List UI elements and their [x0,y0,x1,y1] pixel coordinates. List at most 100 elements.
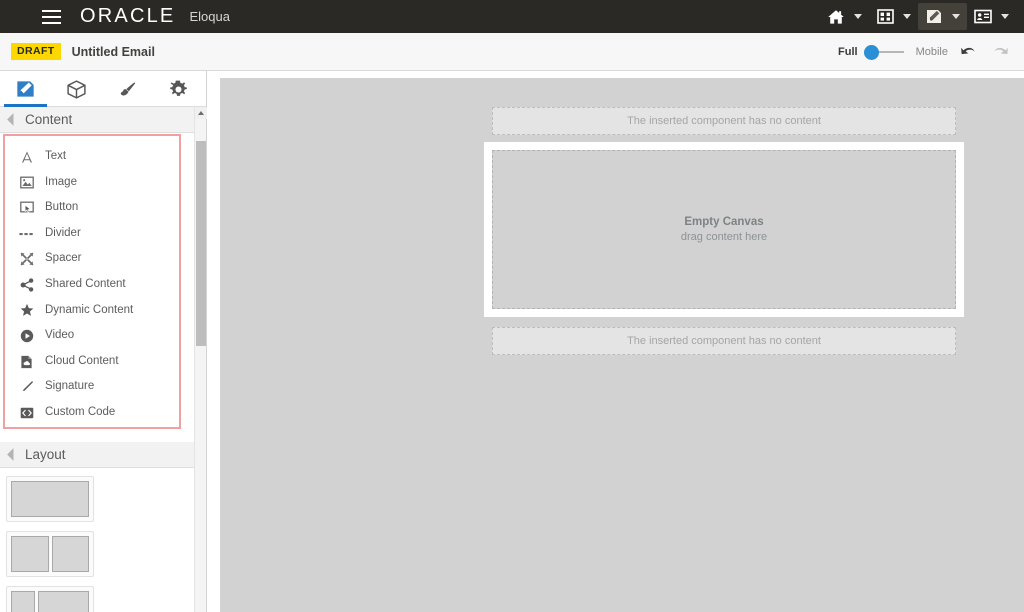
scrollbar-thumb[interactable] [196,141,206,346]
tab-components[interactable] [51,71,102,107]
layout-thumbnail-grid [0,468,194,612]
layout-section-header[interactable]: Layout [0,442,194,468]
tab-style[interactable] [102,71,153,107]
content-section-title: Content [25,112,73,127]
sidebar-scrollbar[interactable] [194,107,207,612]
home-icon [825,7,847,27]
empty-canvas-title: Empty Canvas [684,216,764,228]
content-item-label: Spacer [45,252,82,265]
content-item-video[interactable]: Video [5,323,179,349]
spacer-arrows-icon [17,251,36,267]
content-item-label: Divider [45,226,81,239]
content-item-label: Image [45,175,77,188]
home-menu-button[interactable] [820,3,869,30]
content-item-label: Cloud Content [45,354,119,367]
product-name: Eloqua [189,9,230,24]
collapse-triangle-icon [7,113,20,126]
canvas-drop-block[interactable]: Empty Canvas drag content here [484,142,964,317]
contacts-menu-button[interactable] [967,3,1016,30]
content-item-button[interactable]: Button [5,195,179,221]
placeholder-text: The inserted component has no content [627,115,821,127]
content-item-label: Button [45,201,79,214]
content-item-image[interactable]: Image [5,170,179,196]
gear-icon [170,80,187,96]
content-section-header[interactable]: Content [0,107,206,133]
text-letter-icon [17,149,36,165]
content-item-label: Shared Content [45,278,126,291]
empty-canvas-dropzone[interactable]: Empty Canvas drag content here [492,150,956,309]
content-item-spacer[interactable]: Spacer [5,246,179,272]
redo-button[interactable] [988,40,1012,64]
code-brackets-icon [17,405,36,421]
content-item-text[interactable]: Text [5,144,179,170]
content-item-label: Custom Code [45,405,116,418]
layout-cell [11,536,49,572]
tab-content[interactable] [0,71,51,107]
divider-icon [17,226,36,242]
edit-pencil-icon [17,81,34,97]
topbar-actions [820,0,1024,33]
chevron-down-icon [1001,14,1009,19]
content-item-label: Video [45,329,75,342]
cloud-document-icon [17,354,36,370]
layout-section: Layout [0,442,194,612]
undo-button[interactable] [956,40,980,64]
layout-cell [11,591,36,612]
apps-menu-button[interactable] [869,3,918,30]
sidebar-tab-strip [0,71,206,107]
document-header-bar: DRAFT Untitled Email Full Mobile [0,33,1024,71]
scrollbar-up-button[interactable] [195,107,207,119]
content-item-label: Signature [45,380,95,393]
content-item-custom-code[interactable]: Custom Code [5,400,179,426]
layout-cell [38,591,89,612]
oracle-logo: ORACLE [80,5,176,27]
content-item-dynamic-content[interactable]: Dynamic Content [5,298,179,324]
view-mode-toggle[interactable] [863,44,910,60]
contact-card-icon [972,7,994,27]
content-item-shared-content[interactable]: Shared Content [5,272,179,298]
edit-pencil-icon [923,7,945,27]
button-cursor-icon [17,200,36,216]
component-placeholder-bottom[interactable]: The inserted component has no content [492,327,956,355]
hamburger-menu-icon[interactable] [34,0,68,33]
chevron-down-icon [854,14,862,19]
content-item-cloud-content[interactable]: Cloud Content [5,349,179,375]
content-items-list: Text Image Button Divider Spacer Shared … [3,134,181,429]
content-item-label: Text [45,150,67,163]
view-controls: Full Mobile [838,40,1024,64]
layout-one-column[interactable] [6,476,94,522]
top-navigation-bar: ORACLE Eloqua [0,0,1024,33]
layout-section-title: Layout [25,447,66,462]
chevron-up-icon [198,111,204,115]
star-icon [17,302,36,318]
layout-cell [11,481,89,517]
page-title: Untitled Email [71,44,155,59]
apps-grid-icon [874,7,896,27]
content-item-label: Dynamic Content [45,303,134,316]
email-canvas[interactable]: The inserted component has no content Em… [220,78,1024,612]
content-item-divider[interactable]: Divider [5,221,179,247]
box-cube-icon [67,79,86,99]
layout-two-column-narrow-wide[interactable] [6,586,94,612]
video-play-icon [17,328,36,344]
toggle-knob[interactable] [863,44,879,60]
chevron-down-icon [903,14,911,19]
tab-settings[interactable] [153,71,204,107]
image-icon [17,174,36,190]
content-item-signature[interactable]: Signature [5,374,179,400]
component-placeholder-top[interactable]: The inserted component has no content [492,107,956,135]
view-mode-mobile-label[interactable]: Mobile [916,46,948,58]
left-sidebar: Content Text Image Button Divider Spacer… [0,71,207,612]
redo-arrow-icon [993,47,1008,54]
layout-two-column-equal[interactable] [6,531,94,577]
status-badge: DRAFT [11,43,61,60]
signature-pen-icon [17,379,36,395]
share-nodes-icon [17,277,36,293]
undo-arrow-icon [960,47,975,54]
paintbrush-icon [120,81,136,95]
view-mode-full-label[interactable]: Full [838,46,858,58]
edit-menu-button[interactable] [918,3,967,30]
layout-cell [51,536,89,572]
chevron-down-icon [952,14,960,19]
empty-canvas-subtitle: drag content here [680,231,768,243]
